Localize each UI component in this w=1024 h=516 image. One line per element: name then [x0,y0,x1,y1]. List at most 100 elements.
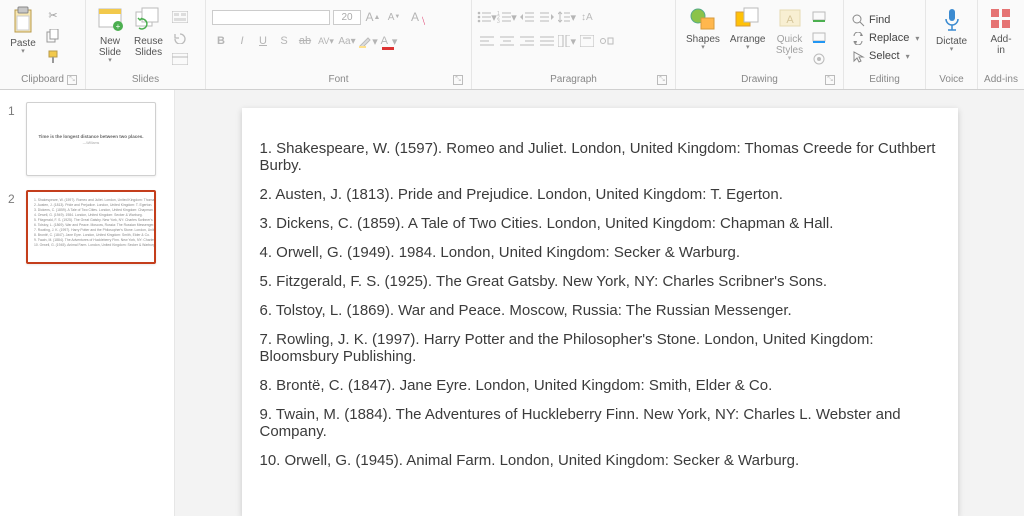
reference-item: 5. Fitzgerald, F. S. (1925). The Great G… [260,273,940,290]
addins-button[interactable]: Add-in [984,4,1018,58]
font-name-input[interactable] [212,10,330,25]
group-title-font: Font⤡ [212,72,465,89]
clear-formatting-button[interactable]: A⧹ [406,8,424,26]
group-title-clipboard: Clipboard⤡ [6,72,79,89]
italic-button[interactable]: I [233,32,251,50]
chevron-down-icon: ▾ [701,45,705,51]
slide-thumbnail-1[interactable]: Time is the longest distance between two… [26,102,156,176]
find-button[interactable]: Find [850,13,892,28]
cut-button[interactable]: ✂ [44,6,62,24]
thumbnail-row[interactable]: 1 Time is the longest distance between t… [0,98,174,186]
group-title-voice: Voice [932,72,971,89]
thumbnail-number: 2 [8,190,20,206]
dialog-launcher-icon[interactable]: ⤡ [657,75,667,85]
columns-button[interactable]: ▾ [558,32,576,50]
shapes-button[interactable]: Shapes ▾ [682,4,724,53]
clipboard-icon [10,6,36,36]
replace-button[interactable]: Replace▾ [850,31,921,46]
reference-item: 8. Brontë, C. (1847). Jane Eyre. London,… [260,377,940,394]
align-right-button[interactable] [518,32,536,50]
dialog-launcher-icon[interactable]: ⤡ [825,75,835,85]
shadow-button[interactable]: S [275,32,293,50]
number-list-icon: 123 [497,11,511,23]
smartart-button[interactable] [598,32,616,50]
svg-text:A: A [786,14,794,26]
slide-canvas[interactable]: 1. Shakespeare, W. (1597). Romeo and Jul… [242,108,958,516]
group-voice: Dictate ▾ Voice [926,0,978,89]
thumbnail-row[interactable]: 2 1. Shakespeare, W. (1597). Romeo and J… [0,186,174,274]
slide-editor: 1. Shakespeare, W. (1597). Romeo and Jul… [175,90,1024,516]
group-addins: Add-in Add-ins [978,0,1024,89]
svg-text:↕A: ↕A [581,12,593,23]
dialog-launcher-icon[interactable]: ⤡ [453,75,463,85]
chevron-down-icon: ▾ [21,49,25,55]
reference-item: 9. Twain, M. (1884). The Adventures of H… [260,406,940,440]
font-size-input[interactable] [333,10,361,25]
group-title-slides: Slides [92,72,199,89]
text-direction-button[interactable]: ↕A [578,8,596,26]
line-spacing-button[interactable]: ▾ [558,8,576,26]
shape-outline-button[interactable] [810,29,828,47]
reference-item: 4. Orwell, G. (1949). 1984. London, Unit… [260,244,940,261]
slide-thumbnail-panel: 1 Time is the longest distance between t… [0,90,175,516]
reference-item: 10. Orwell, G. (1945). Animal Farm. Lond… [260,452,940,469]
ribbon: Paste ▾ ✂ Clipboard⤡ + New Slide ▾ [0,0,1024,90]
reference-item: 3. Dickens, C. (1859). A Tale of Two Cit… [260,215,940,232]
decrease-font-button[interactable]: A▼ [385,8,403,26]
group-title-drawing: Drawing⤡ [682,72,837,89]
justify-button[interactable] [538,32,556,50]
quick-styles-button[interactable]: A Quick Styles ▾ [772,4,808,64]
bullets-button[interactable]: ▾ [478,8,496,26]
thumbnail-number: 1 [8,102,20,118]
new-slide-button[interactable]: + New Slide ▾ [92,4,128,66]
find-icon [852,14,865,27]
select-button[interactable]: Select▾ [850,49,912,64]
increase-font-button[interactable]: A▲ [364,8,382,26]
align-text-button[interactable] [578,32,596,50]
reference-item: 7. Rowling, J. K. (1997). Harry Potter a… [260,331,940,365]
increase-indent-button[interactable] [538,8,556,26]
highlight-button[interactable]: ▾ [359,32,377,50]
dialog-launcher-icon[interactable]: ⤡ [67,75,77,85]
group-editing: Find Replace▾ Select▾ Editing [844,0,926,89]
section-button[interactable] [171,50,189,68]
format-painter-button[interactable] [44,48,62,66]
align-center-button[interactable] [498,32,516,50]
bold-button[interactable]: B [212,32,230,50]
shape-fill-button[interactable] [810,8,828,26]
numbering-button[interactable]: 123▾ [498,8,516,26]
reference-item: 6. Tolstoy, L. (1869). War and Peace. Mo… [260,302,940,319]
strikethrough-button[interactable]: ab [296,32,314,50]
reuse-slides-icon [134,6,162,34]
arrange-button[interactable]: Arrange ▾ [726,4,770,53]
quick-styles-label: Quick Styles [776,34,803,56]
chevron-down-icon: ▾ [788,56,792,62]
group-drawing: Shapes ▾ Arrange ▾ A Quick Styles ▾ Draw… [676,0,844,89]
group-title-paragraph: Paragraph⤡ [478,72,669,89]
effects-icon [812,53,826,65]
layout-button[interactable] [171,8,189,26]
align-left-button[interactable] [478,32,496,50]
reference-item: 1. Shakespeare, W. (1597). Romeo and Jul… [260,140,940,174]
reuse-slides-label: Reuse Slides [134,36,163,58]
microphone-icon [940,6,964,34]
replace-label: Replace [869,32,909,44]
reuse-slides-button[interactable]: Reuse Slides [130,4,167,60]
paintbrush-icon [46,50,60,64]
copy-button[interactable] [44,27,62,45]
highlighter-icon [358,34,372,48]
slide-thumbnail-2[interactable]: 1. Shakespeare, W. (1597). Romeo and Jul… [26,190,156,264]
references-list: 1. Shakespeare, W. (1597). Romeo and Jul… [260,140,940,469]
change-case-button[interactable]: Aa▾ [338,32,356,50]
font-color-button[interactable]: A▾ [380,32,398,50]
paste-button[interactable]: Paste ▾ [6,4,40,57]
decrease-indent-button[interactable] [518,8,536,26]
underline-button[interactable]: U [254,32,272,50]
shape-effects-button[interactable] [810,50,828,68]
new-slide-label: New Slide [99,36,121,58]
dictate-button[interactable]: Dictate ▾ [932,4,971,55]
char-spacing-button[interactable]: AV▾ [317,32,335,50]
group-title-addins: Add-ins [984,72,1018,89]
reset-button[interactable] [171,29,189,47]
scissors-icon: ✂ [48,9,57,22]
